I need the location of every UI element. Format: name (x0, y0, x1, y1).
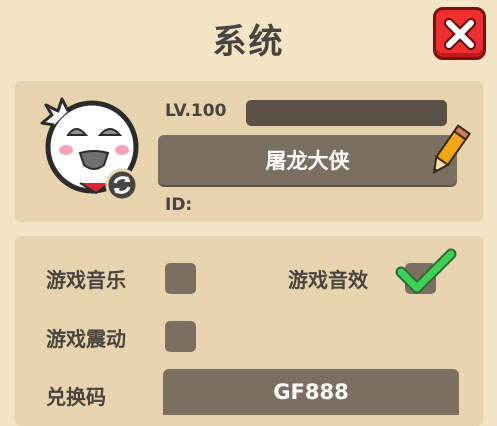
vibration-label: 游戏震动 (46, 327, 126, 351)
music-checkbox[interactable] (165, 263, 196, 294)
player-name-field[interactable]: 屠龙大侠 (158, 135, 457, 185)
level-bar (246, 100, 447, 126)
level-label: LV.100 (165, 101, 227, 121)
pencil-icon[interactable] (425, 123, 473, 179)
redeem-code-input[interactable]: GF888 (163, 369, 459, 415)
profile-panel: LV.100 屠龙大侠 ID: (15, 81, 483, 222)
music-label: 游戏音乐 (46, 268, 126, 292)
id-label: ID: (165, 195, 193, 215)
close-button[interactable] (433, 7, 486, 60)
close-icon (443, 17, 476, 50)
vibration-checkbox[interactable] (165, 321, 196, 352)
sound-label: 游戏音效 (288, 268, 368, 292)
avatar[interactable] (40, 95, 150, 205)
checkmark-icon (395, 248, 457, 294)
page-title: 系统 (212, 22, 285, 62)
redeem-label: 兑换码 (46, 385, 106, 409)
